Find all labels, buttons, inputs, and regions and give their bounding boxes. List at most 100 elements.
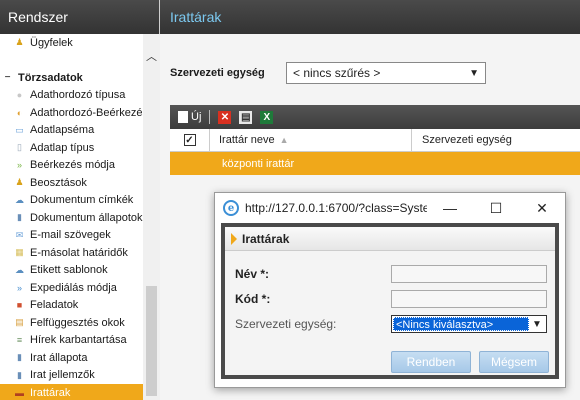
code-row: Kód *: <box>235 290 547 308</box>
ok-button[interactable]: Rendben <box>391 351 471 373</box>
toolbar-separator <box>209 110 211 124</box>
print-button[interactable]: ▤ <box>239 110 253 124</box>
form-title: Irattárak <box>242 231 290 246</box>
scroll-up-icon[interactable]: ︿ <box>146 48 157 64</box>
popup-window: e http://127.0.0.1:6700/?class=Syste... … <box>214 192 566 388</box>
sidebar-item-label: E-mail szövegek <box>30 229 111 242</box>
task-icon: ■ <box>16 300 23 311</box>
browser-icon: e <box>223 200 239 216</box>
popup-body: Irattárak Név *: Kód *: Szervezeti egysé… <box>221 223 559 379</box>
arrows-icon: » <box>16 160 22 171</box>
disc-icon: ● <box>16 90 23 101</box>
people-icon: ♟ <box>15 37 24 48</box>
sidebar-group-header[interactable]: − Törzsadatok <box>0 69 143 87</box>
delete-icon: ✕ <box>218 110 232 124</box>
sidebar-item-label: Törzsadatok <box>18 71 83 84</box>
excel-export-button[interactable]: X <box>260 110 274 124</box>
sidebar-item-label: Ügyfelek <box>30 36 73 49</box>
sidebar-item-label: Irat állapota <box>30 351 88 364</box>
doc-icon: ▮ <box>17 369 22 380</box>
excel-icon: X <box>260 110 274 124</box>
sidebar-item[interactable]: ■ Feladatok <box>0 297 143 315</box>
chevron-down-icon: ▼ <box>532 318 542 330</box>
filter-label: Szervezeti egység <box>170 67 265 79</box>
sidebar-item[interactable]: ▤ Felfüggesztés okok <box>0 314 143 332</box>
table-row[interactable]: központi irattár <box>170 152 580 175</box>
archive-form: Irattárak Név *: Kód *: Szervezeti egysé… <box>225 227 555 375</box>
sidebar-item-label: Adathordozó típusa <box>30 89 126 102</box>
sort-ascending-icon: ▲ <box>279 135 289 145</box>
org-filter-select[interactable]: < nincs szűrés > ▼ <box>286 62 486 84</box>
name-row: Név *: <box>235 265 547 283</box>
archive-icon: ▬ <box>15 387 24 398</box>
people-icon: ♟ <box>15 177 24 188</box>
form-icon: ▭ <box>15 124 24 135</box>
select-all-column: ✓ <box>170 129 210 151</box>
sidebar-item[interactable]: ▮ Irat állapota <box>0 349 143 367</box>
org-row: Szervezeti egység: <Nincs kiválasztva> ▼ <box>235 315 547 333</box>
sidebar-item[interactable]: ✉ E-mail szövegek <box>0 227 143 245</box>
column-header-org[interactable]: Szervezeti egység <box>412 134 512 146</box>
table-header: ✓ Irattár neve ▲ Szervezeti egység <box>170 129 580 152</box>
sidebar-item[interactable]: ▮ Dokumentum állapotok <box>0 209 143 227</box>
code-label: Kód *: <box>235 292 271 306</box>
org-select[interactable]: <Nincs kiválasztva> ▼ <box>391 315 547 333</box>
triangle-right-icon <box>231 232 237 245</box>
new-button[interactable]: Új <box>178 111 201 123</box>
name-field[interactable] <box>391 265 547 283</box>
scroll-thumb[interactable] <box>146 286 157 396</box>
sidebar-item[interactable]: ◐ Adathordozó-Beérkezés <box>0 104 143 122</box>
sidebar-item[interactable]: ♟ Beosztások <box>0 174 143 192</box>
cloud-icon: ☁ <box>15 194 24 205</box>
sidebar-item-label: Dokumentum címkék <box>30 194 134 207</box>
sidebar-item[interactable]: ♟ Ügyfelek <box>0 34 143 52</box>
sidebar-item[interactable]: ≡ Hírek karbantartása <box>0 332 143 350</box>
sidebar-item[interactable]: ▯ Adatlap típus <box>0 139 143 157</box>
minimize-icon[interactable]: — <box>427 200 473 216</box>
sidebar-item[interactable]: » Expediálás módja <box>0 279 143 297</box>
sidebar-item-label: Hírek karbantartása <box>30 334 127 347</box>
close-icon[interactable]: ✕ <box>519 200 565 217</box>
org-label: Szervezeti egység: <box>235 317 337 331</box>
cancel-button[interactable]: Mégsem <box>479 351 549 373</box>
sidebar-scrollbar[interactable]: ︿ <box>143 34 160 400</box>
sidebar-item[interactable]: » Beérkezés módja <box>0 157 143 175</box>
list-icon: ≡ <box>16 335 23 346</box>
note-icon: ▤ <box>15 317 24 328</box>
sidebar-item[interactable]: ☁ Dokumentum címkék <box>0 192 143 210</box>
toolbar: Új ✕ ▤ X <box>170 105 580 129</box>
org-select-value: <Nincs kiválasztva> <box>393 317 529 331</box>
sidebar-item[interactable]: ▭ Adatlapséma <box>0 122 143 140</box>
sidebar-menu: ♟ Ügyfelek − Törzsadatok ● Adathordozó típusa… <box>0 34 143 400</box>
delete-button[interactable]: ✕ <box>218 110 232 124</box>
calendar-icon: ▦ <box>15 247 24 258</box>
cloud-icon: ☁ <box>15 264 24 275</box>
sidebar-item-label: Irat jellemzők <box>30 369 95 382</box>
printer-icon: ▤ <box>239 110 253 124</box>
sidebar-item[interactable]: ☁ Etikett sablonok <box>0 262 143 280</box>
sidebar-item[interactable]: ▮ Irat jellemzők <box>0 367 143 385</box>
column-header-name[interactable]: Irattár neve ▲ <box>210 129 412 151</box>
disc-half-icon: ◐ <box>16 107 23 118</box>
sidebar-item[interactable]: ▦ E-másolat határidők <box>0 244 143 262</box>
sidebar: Rendszer ♟ Ügyfelek − Törzsadatok ● Adathordo… <box>0 0 160 400</box>
doc-icon: ▮ <box>17 352 22 363</box>
maximize-icon[interactable]: ☐ <box>473 200 519 217</box>
sidebar-item-label: E-másolat határidők <box>30 246 128 259</box>
sidebar-item-label: Felfüggesztés okok <box>30 316 125 329</box>
select-all-checkbox[interactable]: ✓ <box>183 134 196 146</box>
archives-table: ✓ Irattár neve ▲ Szervezeti egység közpo… <box>170 129 580 175</box>
table-cell-name: központi irattár <box>222 157 295 170</box>
sidebar-item[interactable]: ● Adathordozó típusa <box>0 87 143 105</box>
sidebar-item[interactable]: ▬ Irattárak <box>0 384 143 400</box>
sidebar-title: Rendszer <box>0 0 159 34</box>
sidebar-item-label: Adathordozó-Beérkezés <box>30 106 143 119</box>
code-field[interactable] <box>391 290 547 308</box>
sidebar-item-label: Adatlap típus <box>30 141 95 154</box>
name-label: Név *: <box>235 267 270 281</box>
new-document-icon <box>178 111 188 123</box>
sidebar-item-label: Etikett sablonok <box>30 264 108 277</box>
popup-url: http://127.0.0.1:6700/?class=Syste... <box>245 201 427 215</box>
form-header: Irattárak <box>225 227 555 251</box>
